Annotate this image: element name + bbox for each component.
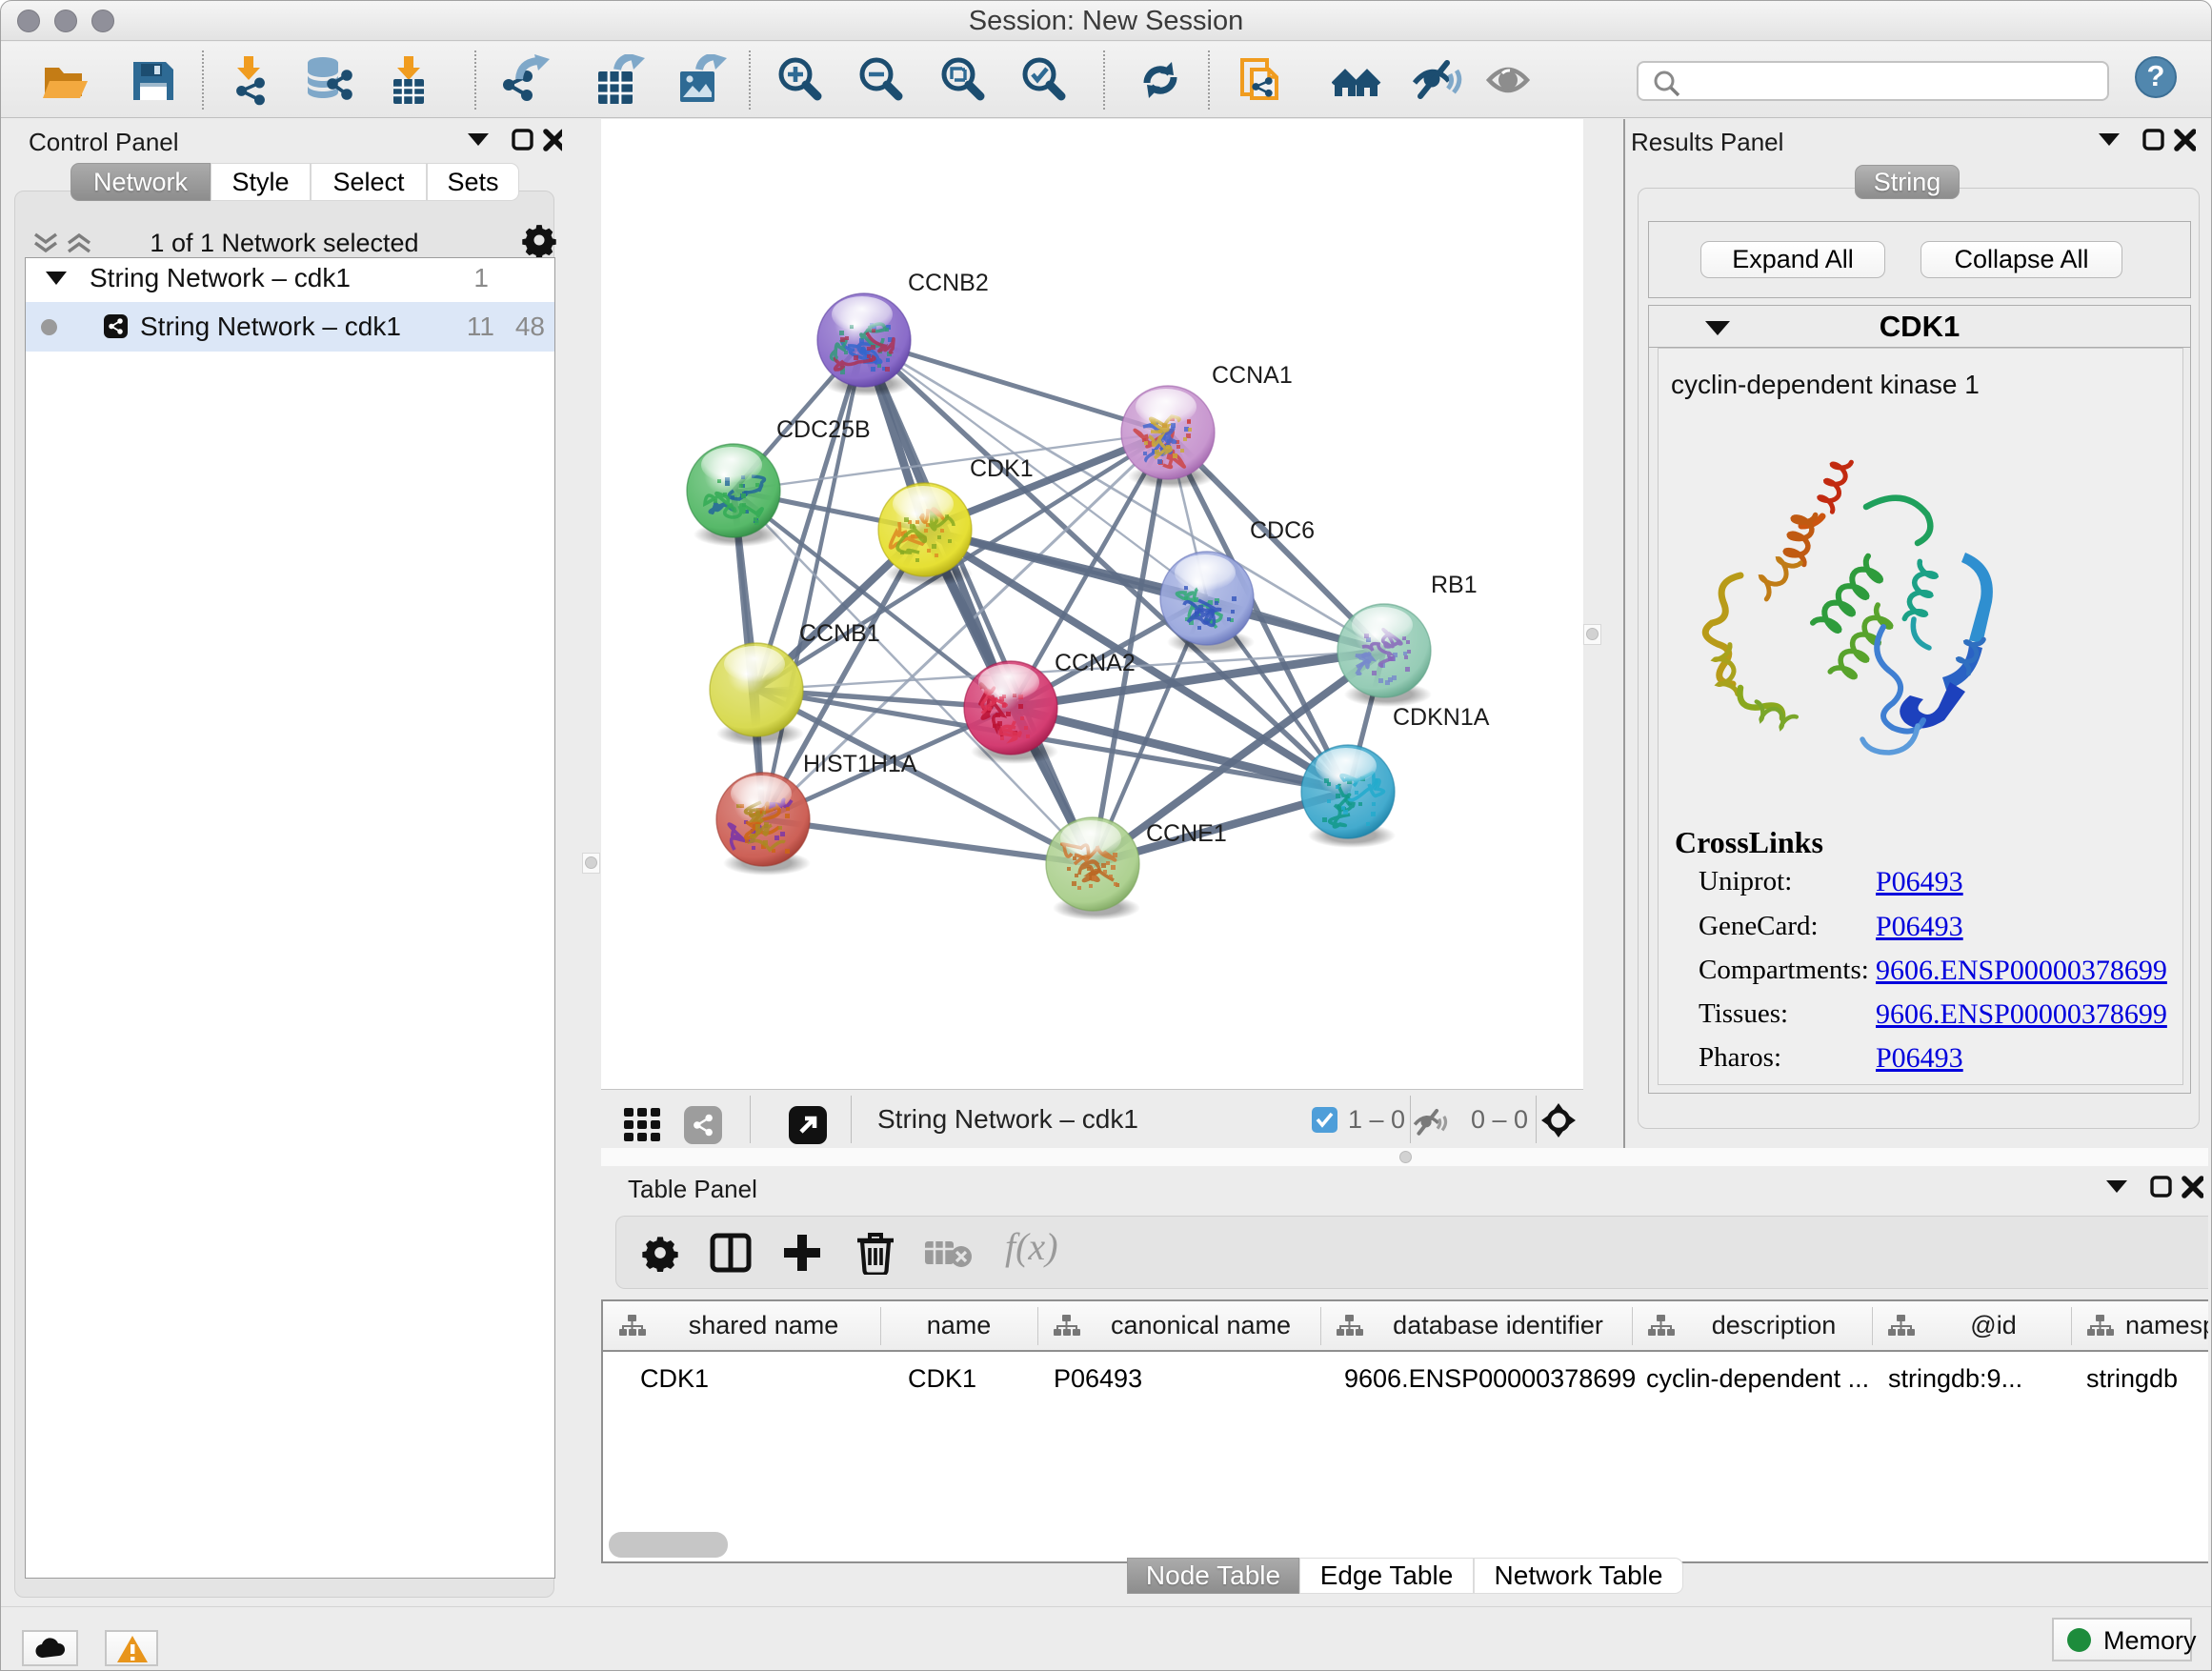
svg-text:?: ? — [2147, 59, 2165, 92]
svg-text:CDC6: CDC6 — [1250, 517, 1315, 544]
svg-text:HIST1H1A: HIST1H1A — [803, 751, 917, 777]
svg-text:CDK1: CDK1 — [970, 455, 1034, 482]
svg-text:CCNB1: CCNB1 — [799, 620, 880, 647]
svg-text:CCNE1: CCNE1 — [1146, 820, 1227, 847]
svg-text:CDKN1A: CDKN1A — [1393, 704, 1490, 731]
svg-text:RB1: RB1 — [1431, 572, 1478, 598]
svg-text:CCNA2: CCNA2 — [1055, 650, 1136, 676]
svg-text:CCNB2: CCNB2 — [908, 270, 989, 296]
svg-text:CDC25B: CDC25B — [776, 416, 871, 443]
svg-text:CCNA1: CCNA1 — [1212, 362, 1293, 389]
